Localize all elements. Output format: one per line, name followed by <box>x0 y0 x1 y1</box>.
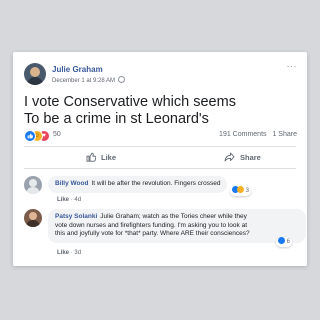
reaction-count: 50 <box>53 131 61 138</box>
comment-item: Billy Wood It will be after the revolutio… <box>24 176 296 206</box>
post-date-text: December 1 at 9:28 AM <box>52 78 116 84</box>
comment-bubble: Billy Wood It will be after the revolutio… <box>48 176 228 193</box>
facebook-post-card: Julie Graham December 1 at 9:28 AM ··· I… <box>13 52 307 266</box>
comment-reaction-count: 3 <box>245 188 250 194</box>
comment-text-line: vote down nurses and firefighters fundin… <box>55 221 248 229</box>
comment-text-line: Julie Graham; watch as the Tories cheer … <box>100 213 247 220</box>
commenter-avatar[interactable] <box>24 176 42 194</box>
like-reaction-icon <box>24 130 36 142</box>
post-stats: 191 Comments 1 Share <box>219 131 297 138</box>
comment-reaction-summary[interactable]: 6 <box>276 237 293 247</box>
commenter-avatar[interactable] <box>24 209 42 227</box>
like-button[interactable]: Like <box>86 152 116 162</box>
comment-meta: Like · 4d <box>57 197 82 203</box>
post-author-name[interactable]: Julie Graham <box>52 65 103 74</box>
share-button[interactable]: Share <box>224 152 261 162</box>
comment-text: It will be after the revolution. Fingers… <box>91 180 221 187</box>
share-button-label: Share <box>240 153 261 162</box>
comment-like-link[interactable]: Like <box>57 197 69 203</box>
comment-reaction-count: 6 <box>286 239 291 245</box>
share-arrow-icon <box>224 152 235 162</box>
post-timestamp[interactable]: December 1 at 9:28 AM <box>52 76 125 84</box>
comment-like-link[interactable]: Like <box>57 250 69 256</box>
more-options-icon[interactable]: ··· <box>287 61 298 71</box>
commenter-name[interactable]: Patsy Solanki <box>55 213 97 220</box>
post-action-bar: Like Share <box>24 148 296 168</box>
post-header: Julie Graham December 1 at 9:28 AM ··· <box>13 52 307 85</box>
divider <box>24 146 296 147</box>
comments-count-link[interactable]: 191 Comments <box>219 131 266 138</box>
comment-text-line: this and joyfully vote for *that* party.… <box>55 230 250 237</box>
haha-reaction-icon <box>237 186 244 193</box>
comment-bubble: Patsy Solanki Julie Graham; watch as the … <box>48 209 306 243</box>
comment-item: Patsy Solanki Julie Graham; watch as the … <box>24 209 306 259</box>
post-text-line: I vote Conservative which seems <box>24 94 236 110</box>
divider <box>24 168 296 169</box>
thumbs-up-icon <box>86 152 97 162</box>
comment-time[interactable]: 3d <box>74 250 81 256</box>
shares-count-link[interactable]: 1 Share <box>272 131 297 138</box>
post-text: I vote Conservative which seems To be a … <box>24 94 296 128</box>
like-button-label: Like <box>101 153 117 162</box>
comment-reaction-summary[interactable]: 3 <box>230 186 252 196</box>
like-reaction-icon <box>278 237 285 244</box>
comment-time[interactable]: 4d <box>74 197 81 203</box>
commenter-name[interactable]: Billy Wood <box>55 180 88 187</box>
comment-meta: Like · 3d <box>57 250 82 256</box>
globe-icon <box>117 76 125 83</box>
author-avatar[interactable] <box>24 63 46 85</box>
post-text-line: To be a crime in st Leonard's <box>24 111 209 127</box>
